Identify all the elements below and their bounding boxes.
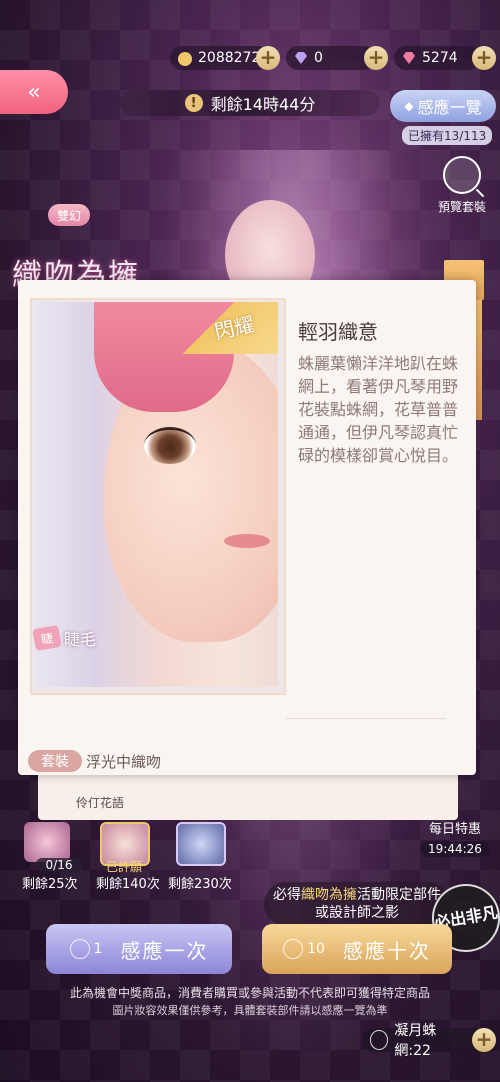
spider-web-count: 凝月蛛網:22 <box>394 1023 437 1059</box>
part-label: 睫毛 <box>64 630 97 649</box>
disclaimer-line1: 此為機會中獎商品，消費者購買或參與活動不代表即可獲得特定商品 <box>69 986 430 1000</box>
sense-overview-label: 感應一覽 <box>417 98 482 117</box>
reward-1-progress: 0/16 <box>36 858 82 872</box>
pink-diamond-icon <box>400 49 418 67</box>
owned-count: 已擁有13/113 <box>402 126 493 145</box>
once-cost: 1 <box>69 939 103 959</box>
preview-suit-button[interactable]: 預覽套裝 <box>432 156 492 215</box>
daily-special-button[interactable]: 每日特惠 19:44:26 <box>420 818 490 857</box>
daily-special-label: 每日特惠 <box>428 822 481 837</box>
alert-icon: ! <box>184 94 203 112</box>
suit-name[interactable]: 浮光中織吻 <box>86 751 161 772</box>
magnifier-icon <box>443 156 481 194</box>
sense-overview-button[interactable]: ◆ 感應一覽 <box>390 90 496 122</box>
event-timer: ! 剩餘14時44分 <box>120 90 380 116</box>
timer-text: 剩餘14時44分 <box>210 95 316 114</box>
guarantee-line2: 或設計師之影 <box>315 905 399 921</box>
eyelash-icon: 睫 <box>32 624 62 652</box>
reward-item-3[interactable] <box>176 822 226 866</box>
gold-currency: 20882724 <box>170 46 270 70</box>
add-pink-diamond-button[interactable]: + <box>472 46 496 70</box>
once-label: 感應一次 <box>120 938 209 963</box>
ten-cost: 10 <box>283 939 325 959</box>
guarantee-pre: 必得 <box>273 887 301 903</box>
ten-cost-value: 10 <box>307 941 325 957</box>
preview-suit-label: 預覽套裝 <box>437 200 486 214</box>
double-chevron-left-icon: « <box>27 79 41 105</box>
spider-web-icon <box>69 939 90 959</box>
spider-web-icon <box>283 939 304 959</box>
divider <box>286 718 446 719</box>
add-gold-button[interactable]: + <box>256 46 280 70</box>
sense-ten-button[interactable]: 10 感應十次 <box>262 924 452 974</box>
disclaimer-line2: 圖片妝容效果僅供參考，具體套裝部件請以感應一覽為準 <box>112 1004 388 1017</box>
spider-web-icon <box>370 1030 389 1050</box>
daily-special-timer: 19:44:26 <box>420 841 490 857</box>
reward-3-remaining: 剩餘230次 <box>168 877 232 892</box>
reward-2-remaining: 剩餘140次 <box>96 877 160 892</box>
item-description: 蛛麗葉懶洋洋地趴在蛛網上，看著伊凡琴用野花裝點蛛網，花草普普通通，但伊凡琴認真忙… <box>298 354 459 465</box>
pink-diamond-value: 5274 <box>422 50 458 66</box>
diamond-currency: 0 <box>286 46 376 70</box>
pink-diamond-currency: 5274 <box>394 46 480 70</box>
cat-coin-icon <box>176 49 194 67</box>
sense-once-button[interactable]: 1 感應一次 <box>46 924 232 974</box>
guarantee-highlight: 織吻為擁 <box>301 887 357 903</box>
reward-1-remaining: 剩餘25次 <box>22 877 78 892</box>
reward-item-1[interactable] <box>24 822 70 862</box>
diamond-value: 0 <box>314 50 323 66</box>
guarantee-info: 必得織吻為擁活動限定部件 或設計師之影 <box>264 882 450 926</box>
guarantee-post: 活動限定部件 <box>357 887 441 903</box>
part-tag: 睫 睫毛 <box>32 624 97 652</box>
diamond-small-icon: ◆ <box>404 99 414 113</box>
event-badge: 雙幻 <box>48 204 90 226</box>
secondary-card-text: 伶仃花語 <box>76 796 125 810</box>
once-cost-value: 1 <box>93 941 103 957</box>
ten-label: 感應十次 <box>342 938 431 963</box>
add-diamond-button[interactable]: + <box>364 46 388 70</box>
add-spider-web-button[interactable]: + <box>472 1028 496 1052</box>
item-name: 輕羽織意 <box>298 320 378 344</box>
diamond-icon <box>292 49 310 67</box>
suit-tag: 套裝 <box>28 750 82 772</box>
back-button[interactable]: « <box>0 70 68 114</box>
